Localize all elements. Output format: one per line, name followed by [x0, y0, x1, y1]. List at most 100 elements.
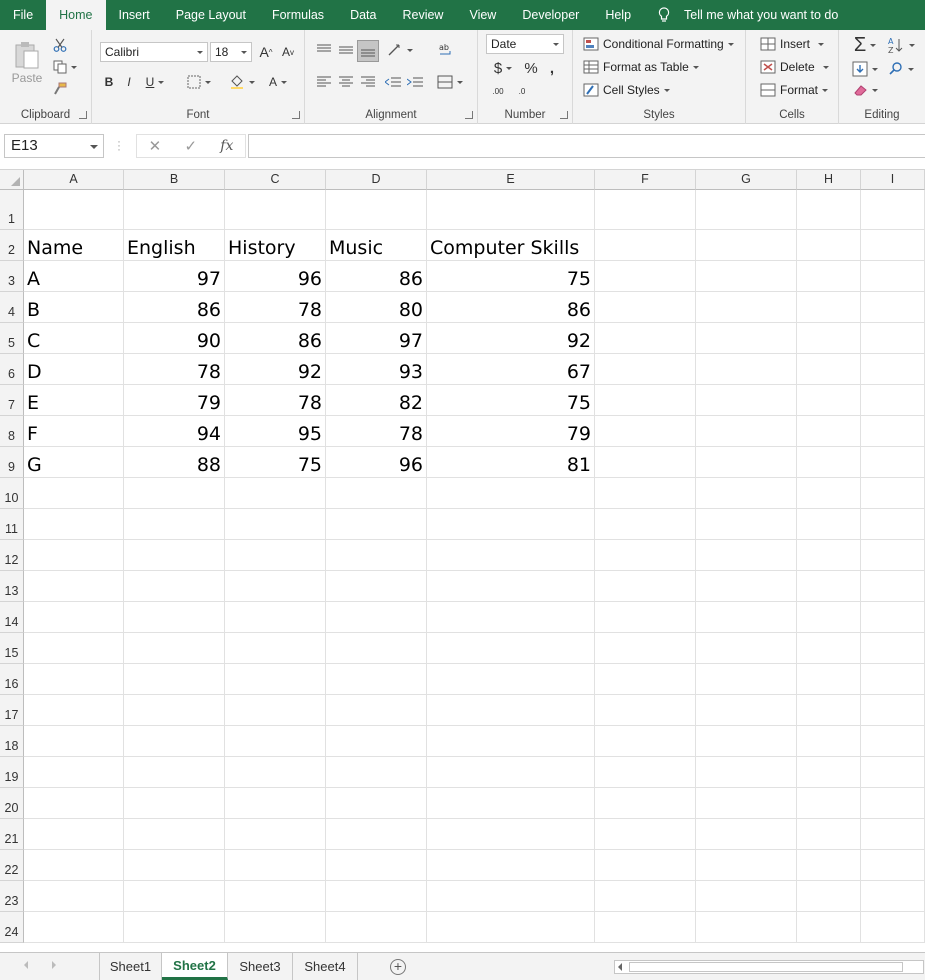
formula-input[interactable]: [248, 134, 925, 158]
cell-f6[interactable]: [595, 354, 696, 385]
align-middle-button[interactable]: [337, 42, 355, 58]
cell-i7[interactable]: [861, 385, 925, 416]
row-header-1[interactable]: 1: [0, 190, 24, 230]
cell-c11[interactable]: [225, 509, 326, 540]
cell-d20[interactable]: [326, 788, 427, 819]
conditional-formatting-button[interactable]: Conditional Formatting: [583, 37, 734, 51]
row-header-22[interactable]: 22: [0, 850, 24, 881]
cell-f24[interactable]: [595, 912, 696, 943]
cell-e7[interactable]: 75: [427, 385, 595, 416]
cell-f3[interactable]: [595, 261, 696, 292]
autosum-button[interactable]: Σ: [849, 34, 881, 56]
row-header-16[interactable]: 16: [0, 664, 24, 695]
cell-a18[interactable]: [24, 726, 124, 757]
tab-review[interactable]: Review: [389, 0, 456, 30]
row-header-8[interactable]: 8: [0, 416, 24, 447]
cell-e17[interactable]: [427, 695, 595, 726]
number-format-select[interactable]: Date: [486, 34, 564, 54]
cell-e13[interactable]: [427, 571, 595, 602]
cell-a15[interactable]: [24, 633, 124, 664]
align-top-button[interactable]: [315, 42, 333, 58]
cell-h24[interactable]: [797, 912, 861, 943]
cell-b6[interactable]: 78: [124, 354, 225, 385]
cell-b7[interactable]: 79: [124, 385, 225, 416]
tab-data[interactable]: Data: [337, 0, 389, 30]
worksheet-grid[interactable]: A B C D E F G H I 1 2 Name English History Music Comput…: [0, 170, 925, 952]
grip-icon[interactable]: · · ·: [117, 135, 121, 155]
cell-h2[interactable]: [797, 230, 861, 261]
cell-f13[interactable]: [595, 571, 696, 602]
cell-d18[interactable]: [326, 726, 427, 757]
column-header-c[interactable]: C: [225, 170, 326, 190]
decrease-indent-button[interactable]: [383, 74, 403, 90]
cell-a1[interactable]: [24, 190, 124, 230]
cell-a6[interactable]: D: [24, 354, 124, 385]
cell-d10[interactable]: [326, 478, 427, 509]
cell-a23[interactable]: [24, 881, 124, 912]
cell-g23[interactable]: [696, 881, 797, 912]
cell-h21[interactable]: [797, 819, 861, 850]
cell-e1[interactable]: [427, 190, 595, 230]
cell-a8[interactable]: F: [24, 416, 124, 447]
cell-g6[interactable]: [696, 354, 797, 385]
cell-g18[interactable]: [696, 726, 797, 757]
cell-f19[interactable]: [595, 757, 696, 788]
cell-h9[interactable]: [797, 447, 861, 478]
row-header-19[interactable]: 19: [0, 757, 24, 788]
cell-i8[interactable]: [861, 416, 925, 447]
cell-i11[interactable]: [861, 509, 925, 540]
alignment-launcher-icon[interactable]: [465, 111, 473, 119]
cell-b5[interactable]: 90: [124, 323, 225, 354]
cell-a13[interactable]: [24, 571, 124, 602]
cut-button[interactable]: [50, 36, 70, 54]
comma-button[interactable]: ,: [544, 58, 560, 78]
cell-h17[interactable]: [797, 695, 861, 726]
column-header-d[interactable]: D: [326, 170, 427, 190]
scrollbar-thumb[interactable]: [629, 962, 903, 972]
cell-f9[interactable]: [595, 447, 696, 478]
cell-d15[interactable]: [326, 633, 427, 664]
clipboard-launcher-icon[interactable]: [79, 111, 87, 119]
cell-d17[interactable]: [326, 695, 427, 726]
cell-c1[interactable]: [225, 190, 326, 230]
cell-a10[interactable]: [24, 478, 124, 509]
number-launcher-icon[interactable]: [560, 111, 568, 119]
cell-c23[interactable]: [225, 881, 326, 912]
row-header-10[interactable]: 10: [0, 478, 24, 509]
row-header-17[interactable]: 17: [0, 695, 24, 726]
cell-f7[interactable]: [595, 385, 696, 416]
cell-g15[interactable]: [696, 633, 797, 664]
cell-c24[interactable]: [225, 912, 326, 943]
cell-i3[interactable]: [861, 261, 925, 292]
cell-f18[interactable]: [595, 726, 696, 757]
find-select-button[interactable]: [885, 58, 917, 80]
cell-b2[interactable]: English: [124, 230, 225, 261]
cell-d12[interactable]: [326, 540, 427, 571]
tab-insert[interactable]: Insert: [106, 0, 163, 30]
cell-c9[interactable]: 75: [225, 447, 326, 478]
cell-e15[interactable]: [427, 633, 595, 664]
cell-f8[interactable]: [595, 416, 696, 447]
sheet-tab-sheet4[interactable]: Sheet4: [293, 953, 358, 980]
sheet-tab-sheet3[interactable]: Sheet3: [228, 953, 293, 980]
row-header-11[interactable]: 11: [0, 509, 24, 540]
row-header-12[interactable]: 12: [0, 540, 24, 571]
row-header-9[interactable]: 9: [0, 447, 24, 478]
column-header-f[interactable]: F: [595, 170, 696, 190]
sheet-tab-sheet2[interactable]: Sheet2: [162, 953, 228, 980]
cell-c4[interactable]: 78: [225, 292, 326, 323]
cell-d9[interactable]: 96: [326, 447, 427, 478]
cell-i10[interactable]: [861, 478, 925, 509]
cell-c13[interactable]: [225, 571, 326, 602]
orientation-button[interactable]: [385, 42, 415, 58]
row-header-20[interactable]: 20: [0, 788, 24, 819]
cell-g4[interactable]: [696, 292, 797, 323]
cell-d24[interactable]: [326, 912, 427, 943]
row-header-13[interactable]: 13: [0, 571, 24, 602]
cell-i4[interactable]: [861, 292, 925, 323]
cell-g24[interactable]: [696, 912, 797, 943]
cell-b3[interactable]: 97: [124, 261, 225, 292]
cell-d7[interactable]: 82: [326, 385, 427, 416]
cell-g9[interactable]: [696, 447, 797, 478]
cell-b9[interactable]: 88: [124, 447, 225, 478]
